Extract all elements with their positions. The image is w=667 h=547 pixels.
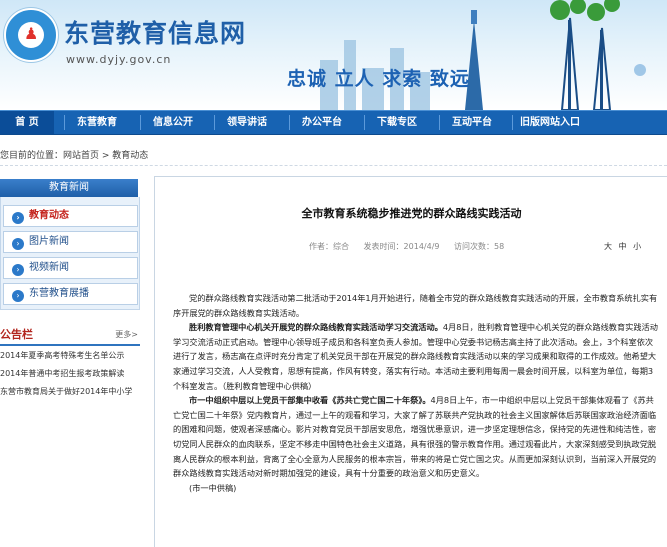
nav-old-site-entry[interactable]: 旧版网站入口 [514, 111, 586, 134]
nav-info-disclosure[interactable]: 信息公开 [142, 111, 204, 134]
notice-more-link[interactable]: 更多> [115, 329, 138, 340]
chevron-right-icon: › [12, 212, 24, 224]
article-title: 全市教育系统稳步推进党的群众路线实践活动 [301, 207, 522, 220]
font-size-controls: 大 中 小 [600, 241, 641, 252]
notice-board-title: 公告栏 [0, 328, 33, 341]
nav-leader-speeches[interactable]: 领导讲话 [216, 111, 278, 134]
article-author: 作者：综合 [309, 242, 349, 251]
person-icon: ♟ [24, 24, 39, 43]
sidebar-item-photo-news[interactable]: › 图片新闻 [3, 231, 138, 253]
paragraph-lead: 市一中组织中层以上党员干部集中收看《苏共亡党亡国二十年祭》。 [189, 395, 431, 406]
nav-divider [140, 115, 141, 130]
nav-divider [364, 115, 365, 130]
sidebar-menu: › 教育动态 › 图片新闻 › 视频新闻 › 东营教育展播 [0, 197, 140, 310]
sidebar-item-label: 视频新闻 [29, 262, 69, 273]
paragraph-text: 4月8日上午，市一中组织中层以上党员干部集体观看了《苏共亡党亡国二十年祭》党内教… [173, 395, 657, 479]
chevron-right-icon: › [12, 264, 24, 276]
article-paragraph: 胜利教育管理中心机关开展党的群众路线教育实践活动学习交流活动。4月8日，胜利教育… [173, 320, 659, 393]
article-meta: 作者：综合 发表时间：2014/4/9 访问次数：58 [309, 241, 516, 252]
article-paragraph: 党的群众路线教育实践活动第二批活动于2014年1月开始进行，随着全市党的群众路线… [173, 293, 658, 318]
font-size-small-button[interactable]: 小 [633, 242, 641, 251]
breadcrumb: 您目前的位置：网站首页 > 教育动态 [0, 147, 667, 166]
nav-divider [64, 115, 65, 130]
nav-divider [289, 115, 290, 130]
site-logo[interactable]: ♟ [4, 8, 58, 62]
site-banner: ♟ 东营教育信息网 www.dyjy.gov.cn 忠诚 立人 求索 致远 [0, 0, 667, 110]
article-body: 党的群众路线教育实践活动第二批活动于2014年1月开始进行，随着全市党的群众路线… [173, 291, 659, 495]
font-size-large-button[interactable]: 大 [604, 242, 612, 251]
nav-downloads[interactable]: 下载专区 [366, 111, 428, 134]
sidebar-item-education-showcase[interactable]: › 东营教育展播 [3, 283, 138, 305]
paragraph-lead: 胜利教育管理中心机关开展党的群众路线教育实践活动学习交流活动。 [189, 322, 443, 333]
notice-item[interactable]: 2014年普通中考招生报考政策解读 [0, 366, 140, 384]
sidebar-item-label: 教育动态 [29, 210, 69, 221]
sidebar-item-label: 东营教育展播 [29, 288, 89, 299]
chevron-right-icon: › [12, 238, 24, 250]
article-paragraph: 市一中组织中层以上党员干部集中收看《苏共亡党亡国二十年祭》。4月8日上午，市一中… [173, 393, 659, 481]
sidebar-item-video-news[interactable]: › 视频新闻 [3, 257, 138, 279]
nav-divider [214, 115, 215, 130]
article-date: 发表时间：2014/4/9 [363, 242, 440, 251]
sidebar-title: 教育新闻 [0, 179, 138, 197]
nav-divider [439, 115, 440, 130]
nav-dongying-education[interactable]: 东营教育 [66, 111, 128, 134]
sidebar-item-education-news[interactable]: › 教育动态 [3, 205, 138, 227]
site-url: www.dyjy.gov.cn [66, 53, 172, 66]
article-source: (市一中供稿) [189, 482, 237, 493]
nav-office-platform[interactable]: 办公平台 [291, 111, 353, 134]
nav-divider [512, 115, 513, 130]
notice-item[interactable]: 2014年夏季高考特殊考生名单公示 [0, 348, 140, 366]
chevron-right-icon: › [12, 290, 24, 302]
article-panel: 全市教育系统稳步推进党的群众路线实践活动 作者：综合 发表时间：2014/4/9… [154, 176, 667, 547]
notice-board-header: 公告栏 更多> [0, 325, 140, 346]
article-views: 访问次数：58 [454, 242, 505, 251]
notice-list: 2014年夏季高考特殊考生名单公示 2014年普通中考招生报考政策解读 东营市教… [0, 348, 140, 402]
nav-interactive-platform[interactable]: 互动平台 [441, 111, 503, 134]
main-nav: 首 页 东营教育 信息公开 领导讲话 办公平台 下载专区 互动平台 旧版网站入口 [0, 110, 667, 135]
paragraph-text: 4月8日，胜利教育管理中心机关党的群众路线教育实践活动学习交流活动正式启动。管理… [173, 322, 658, 391]
city-skyline-illustration [320, 0, 646, 110]
font-size-medium-button[interactable]: 中 [619, 242, 627, 251]
nav-home[interactable]: 首 页 [0, 111, 54, 134]
site-slogan: 忠诚 立人 求索 致远 [287, 68, 470, 90]
notice-item[interactable]: 东营市教育局关于做好2014年中小学 [0, 384, 140, 402]
site-title: 东营教育信息网 [64, 19, 247, 48]
sidebar-item-label: 图片新闻 [29, 236, 69, 247]
